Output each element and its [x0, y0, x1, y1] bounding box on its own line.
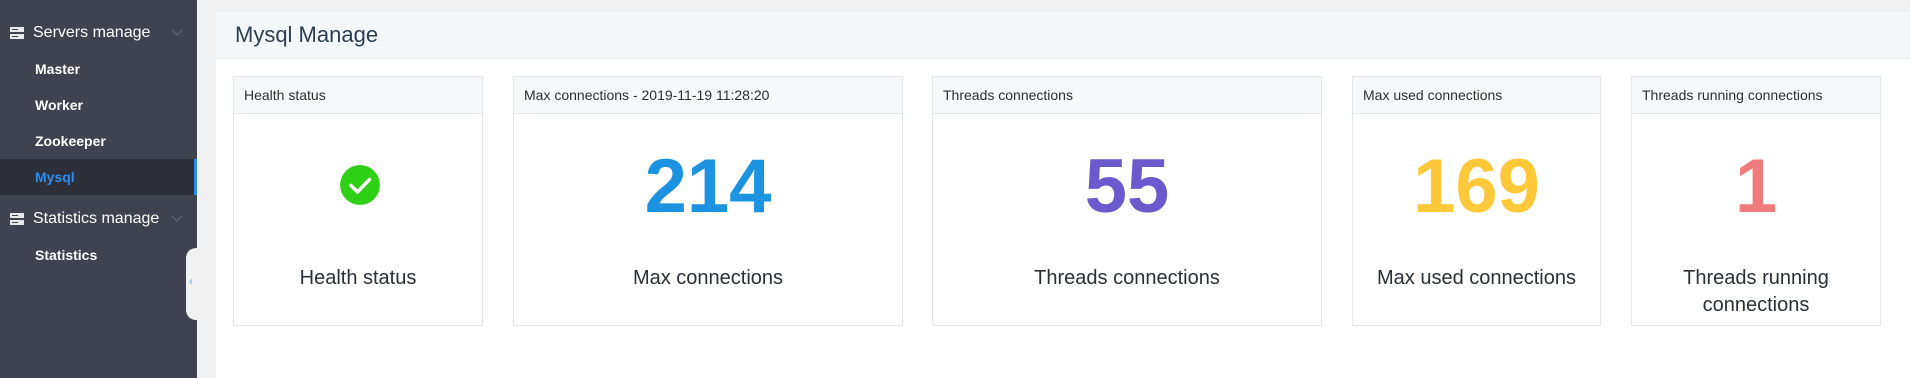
page-title: Mysql Manage — [235, 22, 379, 47]
card-max-used-connections: Max used connections 169 Max used connec… — [1352, 76, 1601, 326]
main-panel: Mysql Manage Health status Health status… — [216, 12, 1910, 378]
card-header: Threads running connections — [1632, 77, 1880, 114]
card-header: Threads connections — [933, 77, 1321, 114]
card-label: Threads connections — [1034, 267, 1220, 289]
card-threads-running-connections: Threads running connections 1 Threads ru… — [1631, 76, 1881, 326]
sidebar-item-zookeeper[interactable]: Zookeeper — [0, 123, 197, 159]
chevron-left-icon: ‹ — [189, 274, 193, 288]
server-icon — [10, 213, 24, 225]
chevron-down-icon — [171, 29, 183, 37]
sidebar: Servers manage Master Worker Zookeeper M… — [0, 0, 197, 378]
sidebar-collapse-toggle[interactable]: ‹ — [186, 248, 200, 320]
menu-group-servers-manage[interactable]: Servers manage — [0, 15, 197, 51]
page-header: Mysql Manage — [216, 12, 1910, 59]
card-label: Max used connections — [1376, 267, 1576, 289]
card-header: Max used connections — [1353, 77, 1600, 114]
chevron-down-icon — [171, 215, 183, 223]
card-max-connections: Max connections - 2019-11-19 11:28:20 21… — [513, 76, 903, 326]
menu-group-label: Statistics manage — [33, 210, 160, 227]
card-header: Health status — [234, 77, 482, 114]
server-icon — [10, 27, 24, 39]
card-value: 1 — [1734, 144, 1778, 229]
sidebar-item-statistics[interactable]: Statistics — [0, 237, 197, 273]
card-threads-connections: Threads connections 55 Threads connectio… — [932, 76, 1322, 326]
menu-group-label: Servers manage — [33, 24, 151, 41]
card-label: Threads running connections — [1683, 267, 1829, 316]
menu-group-statistics-manage[interactable]: Statistics manage — [0, 201, 197, 237]
card-value: 169 — [1413, 144, 1540, 229]
check-circle-icon — [340, 165, 380, 205]
sidebar-item-master[interactable]: Master — [0, 51, 197, 87]
card-header: Max connections - 2019-11-19 11:28:20 — [514, 77, 902, 114]
sidebar-item-worker[interactable]: Worker — [0, 87, 197, 123]
card-label: Health status — [299, 267, 417, 289]
card-health-status: Health status Health status — [233, 76, 483, 326]
card-value: 55 — [1084, 144, 1170, 229]
sidebar-item-mysql[interactable]: Mysql — [0, 159, 197, 195]
card-label: Max connections — [632, 267, 784, 289]
card-value: 214 — [644, 144, 772, 229]
